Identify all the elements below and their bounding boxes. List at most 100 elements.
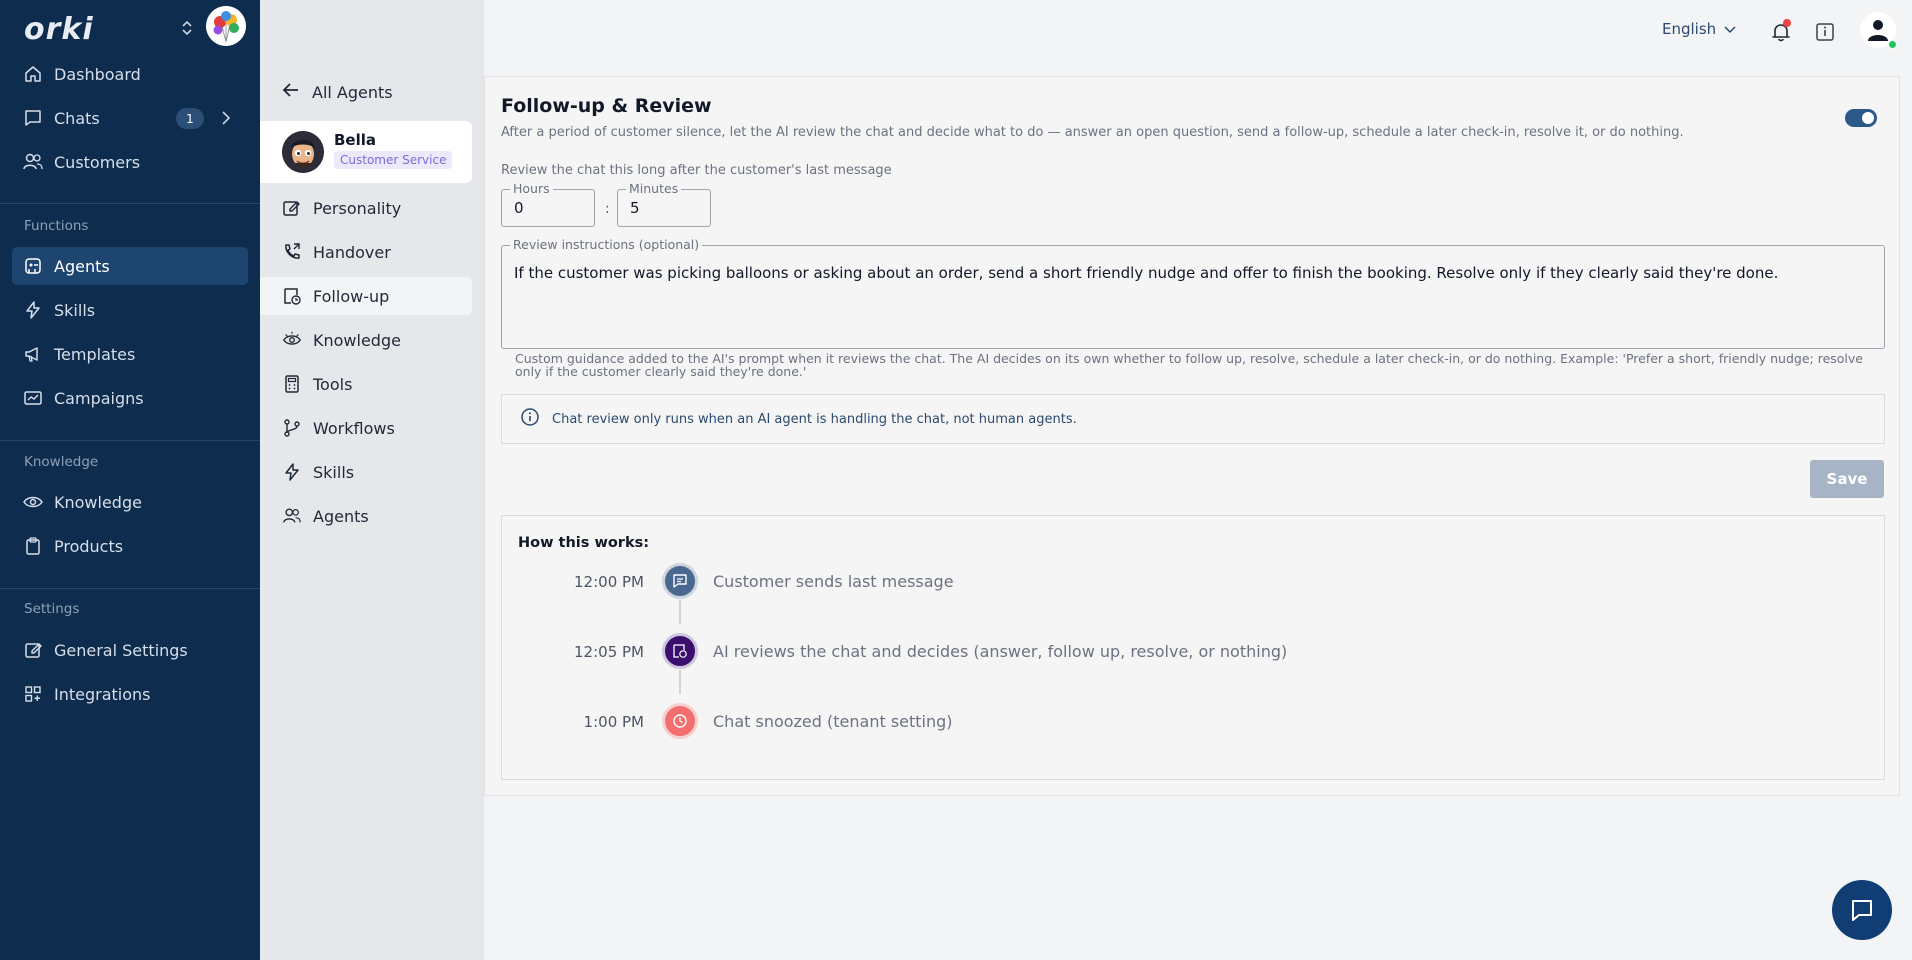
sidebar-item-general-settings[interactable]: General Settings [12, 631, 248, 669]
users-icon [282, 506, 302, 526]
subnav-item-handover[interactable]: Handover [260, 233, 472, 271]
workspace-avatar[interactable] [206, 6, 246, 46]
timeline-time: 12:00 PM [574, 573, 644, 591]
info-note-text: Chat review only runs when an AI agent i… [552, 411, 1077, 427]
sidebar-item-label: Customers [54, 152, 141, 172]
lightning-icon [282, 462, 302, 482]
timeline-text: AI reviews the chat and decides (answer,… [713, 642, 1288, 661]
subnav-item-label: Follow-up [313, 286, 390, 306]
support-chat-button[interactable] [1832, 880, 1892, 940]
review-delay-label: Review the chat this long after the cust… [501, 163, 892, 178]
sidebar-item-dashboard[interactable]: Dashboard [12, 55, 248, 93]
sidebar-item-templates[interactable]: Templates [12, 335, 248, 373]
sidebar-item-label: Products [54, 536, 124, 556]
sidebar-item-label: Dashboard [54, 64, 141, 84]
time-separator: : [605, 201, 610, 217]
subnav-item-label: Tools [313, 374, 353, 394]
sidebar-item-products[interactable]: Products [12, 527, 248, 565]
agent-icon [22, 255, 44, 277]
sidebar-item-agents[interactable]: Agents [12, 247, 248, 285]
how-this-works-title: How this works: [518, 535, 650, 551]
subnav-item-label: Personality [313, 198, 402, 218]
grid-icon [22, 683, 44, 705]
info-note: Chat review only runs when an AI agent i… [501, 394, 1885, 444]
phone-transfer-icon [282, 242, 302, 262]
sidebar-divider [0, 203, 260, 204]
instructions-help-text: Custom guidance added to the AI's prompt… [515, 351, 1863, 379]
subnav-item-skills[interactable]: Skills [260, 453, 472, 491]
sidebar-item-campaigns[interactable]: Campaigns [12, 379, 248, 417]
snooze-clock-icon [662, 703, 698, 739]
agent-face-icon [282, 131, 324, 173]
timeline-text: Customer sends last message [713, 572, 954, 591]
chevron-down-icon [1724, 20, 1736, 38]
section-label-knowledge: Knowledge [24, 454, 99, 470]
follow-up-icon [282, 286, 302, 306]
balloons-icon [206, 6, 246, 46]
sidebar-item-integrations[interactable]: Integrations [12, 675, 248, 713]
sidebar-item-customers[interactable]: Customers [12, 143, 248, 181]
chat-bubble-icon [1852, 900, 1872, 921]
info-icon[interactable] [1813, 20, 1837, 44]
subnav-item-personality[interactable]: Personality [260, 189, 472, 227]
sidebar-item-label: General Settings [54, 640, 188, 660]
sidebar-item-chats[interactable]: Chats 1 [12, 99, 248, 137]
subnav-item-knowledge[interactable]: Knowledge [260, 321, 472, 359]
timeline-connector [679, 600, 681, 624]
subnav-item-label: Workflows [313, 418, 395, 438]
ai-review-icon [662, 633, 698, 669]
minutes-value: 5 [630, 199, 640, 217]
language-selector[interactable]: English [1662, 20, 1736, 38]
minutes-label: Minutes [626, 181, 682, 196]
review-instructions-textarea[interactable]: Review instructions (optional) If the cu… [501, 237, 1885, 349]
info-circle-icon [520, 407, 540, 431]
subnav-item-workflows[interactable]: Workflows [260, 409, 472, 447]
chats-count-badge: 1 [176, 108, 204, 129]
subnav-item-agents[interactable]: Agents [260, 497, 472, 535]
how-this-works-card: How this works: 12:00 PM Customer sends … [501, 515, 1885, 780]
review-instructions-value: If the customer was picking balloons or … [514, 264, 1779, 282]
users-icon [22, 151, 44, 173]
calculator-icon [282, 374, 302, 394]
section-label-functions: Functions [24, 218, 89, 234]
review-instructions-label: Review instructions (optional) [510, 237, 703, 252]
sidebar-divider [0, 440, 260, 441]
minutes-input[interactable]: Minutes 5 [617, 181, 711, 227]
campaign-icon [22, 387, 44, 409]
agent-card[interactable]: Bella Customer Service [260, 121, 472, 183]
section-label-settings: Settings [24, 601, 80, 617]
chevron-right-icon[interactable] [216, 107, 236, 129]
subnav-item-tools[interactable]: Tools [260, 365, 472, 403]
sidebar-item-knowledge[interactable]: Knowledge [12, 483, 248, 521]
workspace-switch-icon[interactable] [180, 18, 194, 38]
sidebar-divider [0, 588, 260, 589]
sidebar-item-skills[interactable]: Skills [12, 291, 248, 329]
megaphone-icon [22, 343, 44, 365]
timeline-time: 12:05 PM [574, 643, 644, 661]
sidebar-item-label: Chats [54, 108, 100, 128]
arrow-left-icon [282, 82, 302, 102]
message-icon [662, 563, 698, 599]
edit-icon [22, 639, 44, 661]
hours-label: Hours [510, 181, 553, 196]
eye-icon [282, 330, 302, 350]
page-title: Follow-up & Review [501, 95, 712, 117]
all-agents-back-link[interactable]: All Agents [282, 82, 393, 102]
online-status-dot [1888, 40, 1897, 49]
subnav-item-follow-up[interactable]: Follow-up [260, 277, 472, 315]
main-sidebar: orki Dashboard Chats 1 Customers Functio… [0, 0, 260, 960]
save-button[interactable]: Save [1810, 460, 1884, 498]
lightning-icon [22, 299, 44, 321]
follow-up-review-panel: Follow-up & Review After a period of cus… [484, 76, 1900, 796]
sidebar-item-label: Knowledge [54, 492, 142, 512]
hours-input[interactable]: Hours 0 [501, 181, 595, 227]
timeline-text: Chat snoozed (tenant setting) [713, 712, 953, 731]
agent-avatar [282, 131, 324, 173]
chat-bubble-icon [22, 107, 44, 129]
brand-logo[interactable]: orki [24, 12, 94, 47]
back-link-label: All Agents [312, 82, 393, 102]
follow-up-enabled-toggle[interactable] [1845, 109, 1877, 127]
agent-role-badge: Customer Service [334, 151, 453, 169]
page-description: After a period of customer silence, let … [501, 125, 1684, 140]
sidebar-item-label: Skills [54, 300, 96, 320]
